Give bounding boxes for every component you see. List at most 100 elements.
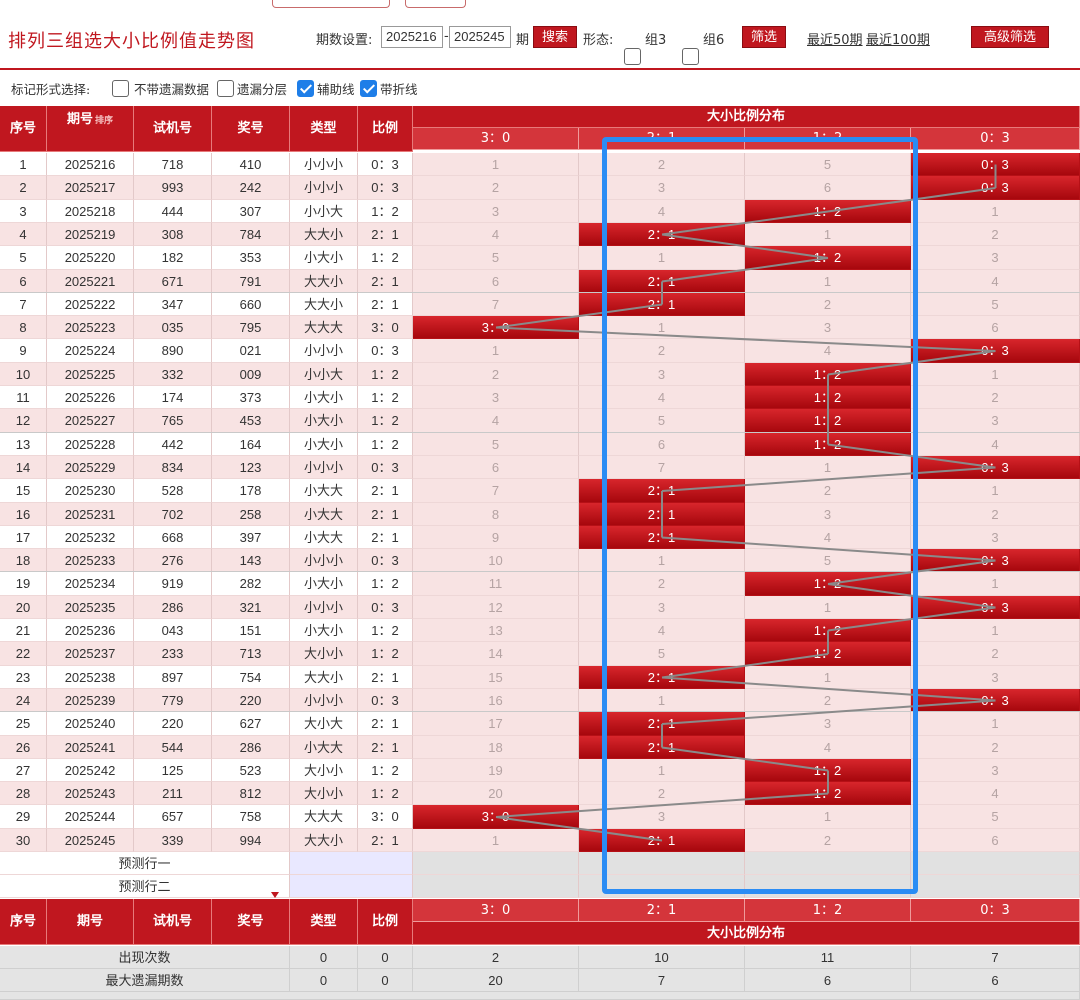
dist-hit-cell[interactable]: 1：2 [745,759,911,782]
dist-missing-cell[interactable]: 10 [413,549,579,572]
dist-missing-cell[interactable]: 6 [413,270,579,293]
dist-missing-cell[interactable]: 7 [413,293,579,316]
dist-missing-cell[interactable]: 15 [413,666,579,689]
dist-missing-cell[interactable]: 3 [745,503,911,526]
dist-missing-cell[interactable]: 1 [911,619,1080,642]
prediction-row-label[interactable]: 预测行一 [0,852,290,875]
dist-hit-cell[interactable]: 1：2 [745,363,911,386]
dist-missing-cell[interactable]: 2 [579,782,745,805]
issue-from-input[interactable]: 2025216 [381,26,443,48]
dist-missing-cell[interactable]: 2 [911,223,1080,246]
dist-missing-cell[interactable]: 2 [579,153,745,176]
dist-missing-cell[interactable]: 4 [745,736,911,759]
dist-missing-cell[interactable]: 11 [413,572,579,596]
dist-hit-cell[interactable]: 0：3 [911,339,1080,363]
dist-hit-cell[interactable]: 1：2 [745,246,911,270]
dist-missing-cell[interactable]: 1 [745,456,911,479]
dist-missing-cell[interactable]: 1 [413,829,579,852]
prediction-dist-cell[interactable] [745,875,911,898]
dist-hit-cell[interactable]: 3：0 [413,805,579,829]
dist-missing-cell[interactable]: 2 [911,642,1080,666]
dist-missing-cell[interactable]: 3 [579,596,745,619]
dist-hit-cell[interactable]: 1：2 [745,782,911,805]
prediction-row-label[interactable]: 预测行二 [0,875,290,898]
dist-hit-cell[interactable]: 2：1 [579,293,745,316]
dist-missing-cell[interactable]: 1 [579,549,745,572]
dist-hit-cell[interactable]: 1：2 [745,200,911,223]
dist-missing-cell[interactable]: 2 [745,689,911,712]
prediction-dist-cell[interactable] [911,852,1080,875]
dist-missing-cell[interactable]: 1 [745,270,911,293]
dist-missing-cell[interactable]: 5 [579,409,745,433]
dist-missing-cell[interactable]: 6 [579,433,745,456]
dist-missing-cell[interactable]: 1 [911,572,1080,596]
dist-missing-cell[interactable]: 3 [911,246,1080,270]
dist-missing-cell[interactable]: 5 [911,805,1080,829]
dist-missing-cell[interactable]: 1 [911,363,1080,386]
dist-hit-cell[interactable]: 2：1 [579,223,745,246]
dist-missing-cell[interactable]: 3 [579,176,745,200]
dist-missing-cell[interactable]: 12 [413,596,579,619]
no-missing-data-checkbox[interactable] [112,80,129,97]
dist-missing-cell[interactable]: 1 [579,246,745,270]
dist-missing-cell[interactable]: 7 [579,456,745,479]
dist-missing-cell[interactable]: 1 [579,689,745,712]
dist-hit-cell[interactable]: 2：1 [579,712,745,736]
dist-missing-cell[interactable]: 3 [413,386,579,409]
dist-hit-cell[interactable]: 0：3 [911,549,1080,572]
dist-missing-cell[interactable]: 4 [579,386,745,409]
dist-missing-cell[interactable]: 6 [745,176,911,200]
dist-missing-cell[interactable]: 2 [745,479,911,503]
prediction-input-area[interactable] [290,852,413,875]
dist-hit-cell[interactable]: 1：2 [745,572,911,596]
dist-missing-cell[interactable]: 5 [413,433,579,456]
dist-missing-cell[interactable]: 5 [745,549,911,572]
dist-hit-cell[interactable]: 2：1 [579,736,745,759]
dist-missing-cell[interactable]: 5 [413,246,579,270]
dist-hit-cell[interactable]: 2：1 [579,666,745,689]
dist-hit-cell[interactable]: 3：0 [413,316,579,339]
dist-missing-cell[interactable]: 1 [911,200,1080,223]
dist-missing-cell[interactable]: 6 [413,456,579,479]
dist-hit-cell[interactable]: 0：3 [911,689,1080,712]
dist-hit-cell[interactable]: 0：3 [911,596,1080,619]
polyline-checkbox[interactable] [360,80,377,97]
prediction-dist-cell[interactable] [745,852,911,875]
dist-missing-cell[interactable]: 7 [413,479,579,503]
dist-missing-cell[interactable]: 3 [911,759,1080,782]
dist-hit-cell[interactable]: 2：1 [579,526,745,549]
dist-missing-cell[interactable]: 4 [911,270,1080,293]
dist-missing-cell[interactable]: 17 [413,712,579,736]
group3-checkbox[interactable] [624,48,641,65]
dist-missing-cell[interactable]: 2 [911,386,1080,409]
prediction-input-area[interactable] [290,875,413,898]
dist-missing-cell[interactable]: 4 [579,619,745,642]
dist-missing-cell[interactable]: 1 [911,712,1080,736]
dist-missing-cell[interactable]: 4 [911,782,1080,805]
dist-missing-cell[interactable]: 9 [413,526,579,549]
issue-to-input[interactable]: 2025245 [449,26,511,48]
dist-hit-cell[interactable]: 2：1 [579,503,745,526]
dist-hit-cell[interactable]: 1：2 [745,386,911,409]
dist-missing-cell[interactable]: 2 [579,572,745,596]
advanced-filter-button[interactable]: 高级筛选 [971,26,1049,48]
dist-missing-cell[interactable]: 3 [413,200,579,223]
dist-missing-cell[interactable]: 3 [745,712,911,736]
dist-missing-cell[interactable]: 20 [413,782,579,805]
dist-missing-cell[interactable]: 3 [911,409,1080,433]
dist-missing-cell[interactable]: 1 [745,666,911,689]
prediction-dist-cell[interactable] [413,852,579,875]
dist-missing-cell[interactable]: 2 [911,503,1080,526]
dist-missing-cell[interactable]: 2 [745,829,911,852]
prediction-dist-cell[interactable] [579,875,745,898]
dist-missing-cell[interactable]: 1 [911,479,1080,503]
dist-missing-cell[interactable]: 1 [745,805,911,829]
dist-missing-cell[interactable]: 4 [745,526,911,549]
dist-hit-cell[interactable]: 2：1 [579,270,745,293]
dist-missing-cell[interactable]: 1 [745,596,911,619]
prediction-dist-cell[interactable] [911,875,1080,898]
dist-missing-cell[interactable]: 14 [413,642,579,666]
recent-100-link[interactable]: 最近100期 [866,29,930,48]
dist-missing-cell[interactable]: 3 [911,526,1080,549]
dist-missing-cell[interactable]: 3 [579,363,745,386]
